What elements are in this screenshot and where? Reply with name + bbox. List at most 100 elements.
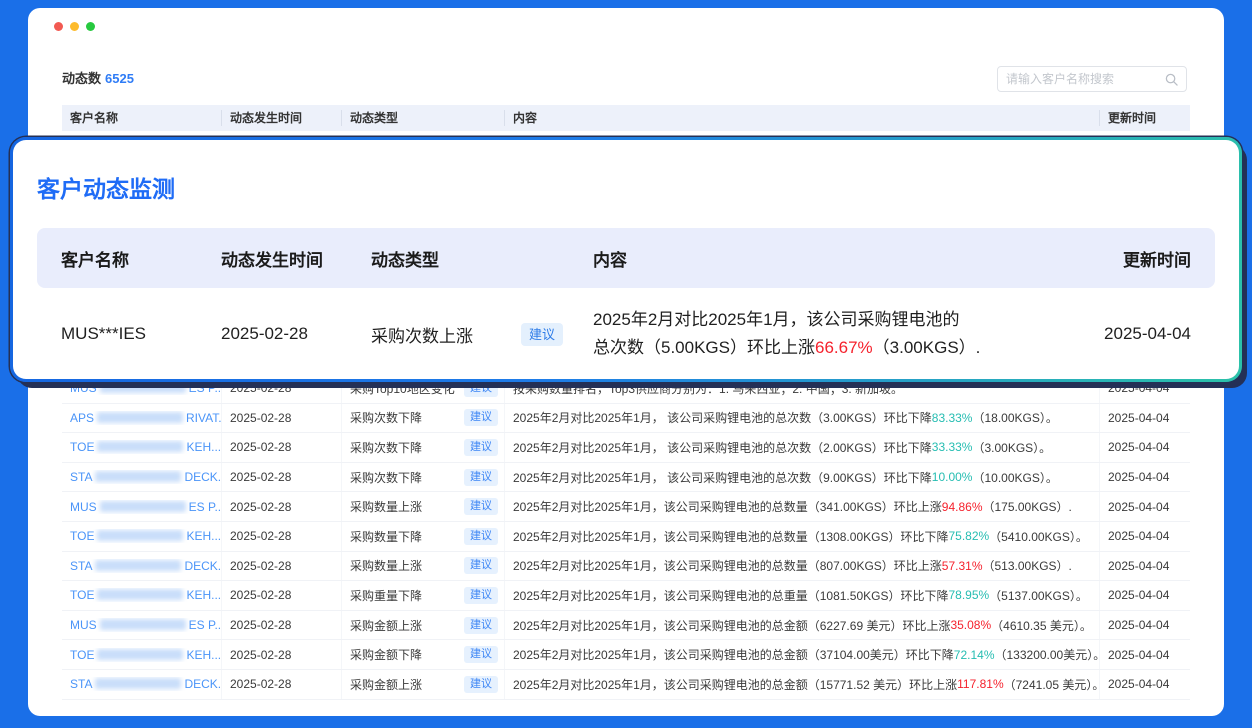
- event-type-label: 采购数量上涨: [350, 557, 422, 574]
- percent-value: 117.81%: [957, 677, 1003, 691]
- event-type-label: 采购次数下降: [350, 469, 422, 486]
- panel-content-line2: 总次数（5.00KGS）环比上涨66.67%（3.00KGS）.: [593, 334, 1071, 362]
- panel-content: 2025年2月对比2025年1月，该公司采购锂电池的 总次数（5.00KGS）环…: [593, 306, 1081, 362]
- customer-name-cell: TOEKEH...: [62, 581, 222, 610]
- panel-header-cell: 更新时间: [1081, 246, 1191, 271]
- content-text: 2025年2月对比2025年1月，该公司采购锂电池的总数量（1308.00KGS…: [513, 528, 948, 545]
- customer-name-link[interactable]: MUSES P...: [70, 500, 221, 514]
- search-icon[interactable]: [1165, 73, 1178, 86]
- suggestion-badge: 建议: [464, 617, 498, 634]
- masked-name-segment: [100, 501, 186, 512]
- content-text: 2025年2月对比2025年1月，该公司采购锂电池的总金额（37104.00美元…: [513, 646, 954, 663]
- customer-name-link[interactable]: TOEKEH...: [70, 440, 221, 454]
- table-header-cell: 更新时间: [1100, 110, 1190, 126]
- customer-name-link[interactable]: STADECK...: [70, 470, 221, 484]
- percent-value: 35.08%: [950, 618, 991, 632]
- customer-name-link[interactable]: TOEKEH...: [70, 588, 221, 602]
- percent-value: 57.31%: [942, 559, 983, 573]
- content-cell: 2025年2月对比2025年1月，该公司采购锂电池的总金额（37104.00美元…: [505, 640, 1100, 669]
- customer-name-link[interactable]: STADECK...: [70, 559, 221, 573]
- suggestion-badge: 建议: [521, 323, 563, 346]
- updated-cell: 2025-04-04: [1100, 492, 1190, 521]
- event-date-cell: 2025-02-28: [222, 552, 342, 581]
- content-cell: 2025年2月对比2025年1月， 该公司采购锂电池的总次数（2.00KGS）环…: [505, 433, 1100, 462]
- event-type-cell: 采购金额下降 建议: [342, 640, 505, 669]
- content-tail: （5137.00KGS）。: [989, 587, 1088, 604]
- event-type-label: 采购金额上涨: [350, 617, 422, 634]
- content-tail: （4610.35 美元）。: [991, 617, 1092, 634]
- customer-name-link[interactable]: MUSES P...: [70, 618, 221, 632]
- table-header-cell: 动态发生时间: [222, 110, 342, 126]
- event-type-label: 采购数量上涨: [350, 498, 422, 515]
- panel-event-type: 采购次数上涨: [371, 322, 521, 347]
- updated-cell: 2025-04-04: [1100, 522, 1190, 551]
- content-cell: 2025年2月对比2025年1月，该公司采购锂电池的总数量（807.00KGS）…: [505, 552, 1100, 581]
- customer-name-link[interactable]: TOEKEH...: [70, 648, 221, 662]
- event-date-cell: 2025-02-28: [222, 433, 342, 462]
- content-text: 按采购数量排名，Top3供应商分别为：1. 马来西亚；2. 中国；3. 新加坡。: [513, 380, 903, 397]
- content-text: 2025年2月对比2025年1月， 该公司采购锂电池的总次数（3.00KGS）环…: [513, 409, 932, 426]
- customer-name-link[interactable]: MUSES P...: [70, 381, 221, 395]
- customer-name-cell: STADECK...: [62, 552, 222, 581]
- event-type-cell: 采购金额上涨 建议: [342, 611, 505, 640]
- table-row: TOEKEH...2025-02-28 采购金额下降 建议 2025年2月对比2025…: [62, 640, 1190, 670]
- customer-name-cell: MUSES P...: [62, 492, 222, 521]
- masked-name-segment: [95, 678, 181, 689]
- table-header-cell: 动态类型: [342, 110, 505, 126]
- updated-cell: 2025-04-04: [1100, 670, 1190, 699]
- minimize-window-button[interactable]: [70, 22, 79, 31]
- updated-cell: 2025-04-04: [1100, 640, 1190, 669]
- content-cell: 2025年2月对比2025年1月， 该公司采购锂电池的总次数（9.00KGS）环…: [505, 463, 1100, 492]
- panel-event-date: 2025-02-28: [221, 324, 371, 344]
- percent-value: 72.14%: [954, 648, 995, 662]
- event-type-label: 采购次数下降: [350, 439, 422, 456]
- customer-name-link[interactable]: STADECK...: [70, 677, 221, 691]
- suggestion-badge: 建议: [464, 646, 498, 663]
- event-type-label: 采购金额上涨: [350, 676, 422, 693]
- content-tail: （7241.05 美元）。: [1004, 676, 1100, 693]
- updated-cell: 2025-04-04: [1100, 404, 1190, 433]
- suggestion-badge: 建议: [464, 587, 498, 604]
- customer-search[interactable]: [997, 66, 1187, 92]
- table-row: STADECK...2025-02-28采购金额上涨建议2025年2月对比202…: [62, 670, 1190, 700]
- dynamics-count-value: 6525: [105, 71, 134, 86]
- panel-header-cell: 客户名称: [61, 246, 221, 271]
- event-date-cell: 2025-02-28: [222, 522, 342, 551]
- customer-name-link[interactable]: APSRIVAT...: [70, 411, 221, 425]
- event-date-cell: 2025-02-28: [222, 611, 342, 640]
- content-tail: （18.00KGS）。: [972, 409, 1057, 426]
- table-row: TOEKEH...2025-02-28采购重量下降建议2025年2月对比2025…: [62, 581, 1190, 611]
- suggestion-badge: 建议: [464, 676, 498, 693]
- event-type-cell: 采购次数下降建议: [342, 404, 505, 433]
- content-cell: 2025年2月对比2025年1月，该公司采购锂电池的总金额（6227.69 美元…: [505, 611, 1100, 640]
- event-type-label: 采购数量下降: [350, 528, 422, 545]
- panel-table-header: 客户名称动态发生时间动态类型内容更新时间: [37, 228, 1215, 288]
- event-date-cell: 2025-02-28: [222, 640, 342, 669]
- event-type-cell: 采购重量下降建议: [342, 581, 505, 610]
- event-date-cell: 2025-02-28: [222, 404, 342, 433]
- panel-customer-name: MUS***IES: [61, 324, 221, 344]
- search-input[interactable]: [1006, 72, 1165, 86]
- monitor-panel: 客户动态监测 客户名称动态发生时间动态类型内容更新时间 MUS***IES 20…: [10, 137, 1242, 382]
- table-header: 客户名称动态发生时间动态类型内容更新时间: [62, 105, 1190, 131]
- percent-value: 33.33%: [932, 440, 973, 454]
- masked-name-segment: [97, 589, 183, 600]
- content-text: 2025年2月对比2025年1月，该公司采购锂电池的总数量（341.00KGS）…: [513, 498, 942, 515]
- close-window-button[interactable]: [54, 22, 63, 31]
- table-body: MUSES P...2025-02-28采购Top10地区变化建议按采购数量排名…: [62, 374, 1190, 700]
- customer-name-link[interactable]: TOEKEH...: [70, 529, 221, 543]
- panel-header-cell: 动态发生时间: [221, 246, 371, 271]
- customer-name-cell: TOEKEH...: [62, 433, 222, 462]
- dynamics-count: 动态数6525: [62, 68, 134, 87]
- content-text: 2025年2月对比2025年1月，该公司采购锂电池的总金额（15771.52 美…: [513, 676, 957, 693]
- content-tail: （175.00KGS）.: [983, 498, 1072, 515]
- content-text: 2025年2月对比2025年1月， 该公司采购锂电池的总次数（2.00KGS）环…: [513, 439, 932, 456]
- maximize-window-button[interactable]: [86, 22, 95, 31]
- updated-cell: 2025-04-04: [1100, 463, 1190, 492]
- event-date-cell: 2025-02-28: [222, 492, 342, 521]
- table-row: STADECK...2025-02-28采购数量上涨建议2025年2月对比202…: [62, 552, 1190, 582]
- event-date-cell: 2025-02-28: [222, 581, 342, 610]
- panel-header-cell: 动态类型: [371, 246, 593, 271]
- customer-name-cell: STADECK...: [62, 463, 222, 492]
- event-type-label: 采购金额下降: [350, 646, 422, 663]
